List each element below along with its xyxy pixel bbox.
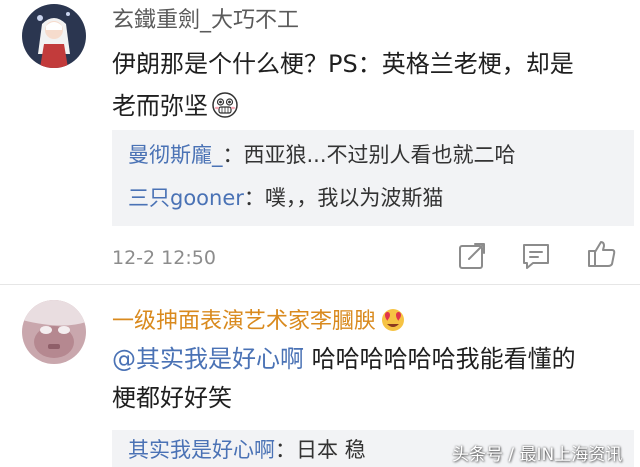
reply-text: ：日本 稳: [275, 438, 366, 462]
comment-text: @其实我是好心啊 哈哈哈哈哈哈我能看懂的: [112, 347, 576, 371]
watermark: 头条号 / 最IN上海资讯: [452, 440, 622, 465]
reply-username[interactable]: 曼彻斯龐_: [128, 143, 223, 167]
comment-icon[interactable]: [520, 240, 552, 272]
heart-eyes-emoji-icon: [380, 306, 406, 332]
comment-text: 伊朗那是个什么梗？PS：英格兰老梗，却是: [112, 52, 574, 76]
comment-text-rest: 哈哈哈哈哈哈我能看懂的: [304, 345, 576, 373]
mention-link[interactable]: @其实我是好心啊: [112, 345, 304, 373]
comment-text-continued: 老而弥坚: [112, 92, 238, 118]
share-icon[interactable]: [456, 240, 488, 272]
avatar[interactable]: [22, 4, 86, 68]
comment-text-continued: 梗都好好笑: [112, 386, 232, 410]
like-icon[interactable]: [586, 238, 618, 270]
reply-item[interactable]: 其实我是好心啊：日本 稳: [128, 440, 366, 461]
grimace-emoji-icon: [212, 92, 238, 118]
comment-username-text[interactable]: 一级抻面表演艺术家李膕腴: [112, 309, 376, 334]
comment-username[interactable]: 玄鐵重劍_大巧不工: [112, 10, 299, 32]
reply-text: ：噗，，我以为波斯猫: [244, 186, 444, 210]
reply-username[interactable]: 其实我是好心啊: [128, 438, 275, 462]
avatar[interactable]: [22, 300, 86, 364]
reply-item[interactable]: 三只gooner：噗，，我以为波斯猫: [128, 188, 443, 209]
comment-username[interactable]: 一级抻面表演艺术家李膕腴: [112, 306, 406, 333]
comment-divider: [0, 284, 640, 285]
reply-item[interactable]: 曼彻斯龐_：西亚狼...不过别人看也就二哈: [128, 145, 516, 166]
comment-text-line2: 老而弥坚: [112, 92, 208, 120]
reply-box[interactable]: 曼彻斯龐_：西亚狼...不过别人看也就二哈 三只gooner：噗，，我以为波斯猫: [112, 130, 634, 226]
reply-text: ：西亚狼...不过别人看也就二哈: [223, 143, 516, 167]
reply-username[interactable]: 三只gooner: [128, 186, 244, 210]
comment-timestamp: 12-2 12:50: [112, 247, 216, 269]
